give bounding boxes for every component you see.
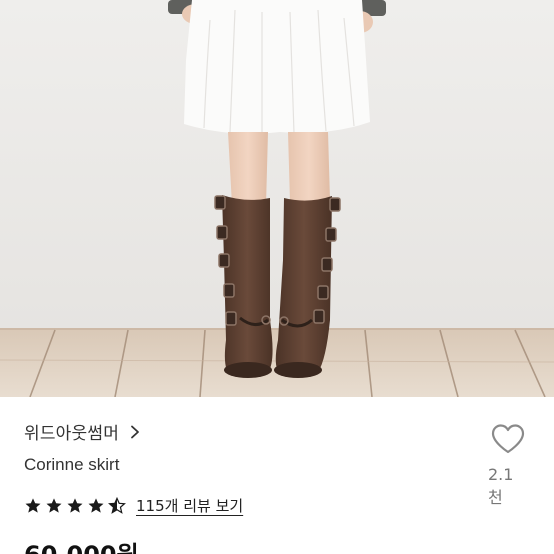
chevron-right-icon (131, 425, 139, 438)
review-link[interactable]: 115개 리뷰 보기 (136, 495, 243, 516)
star-icon (25, 497, 41, 513)
wishlist-count: 2.1천 (488, 465, 514, 507)
brand-name: 위드아웃썸머 (24, 424, 120, 444)
star-icon (46, 497, 62, 513)
brand-link[interactable]: 위드아웃썸머 (24, 419, 141, 444)
star-half-icon (108, 496, 126, 514)
heart-outline-icon (491, 424, 525, 454)
product-price: 60,000원 (24, 535, 139, 554)
product-info: 위드아웃썸머 Corinne skirt 115개 리뷰 보기 2.1천 (0, 397, 554, 554)
product-name: Corinne skirt (24, 455, 120, 474)
star-icon (67, 497, 83, 513)
product-image[interactable] (0, 0, 554, 397)
star-rating (24, 496, 126, 515)
star-icon (88, 497, 104, 513)
wishlist-button[interactable]: 2.1천 (488, 423, 528, 508)
rating-row: 115개 리뷰 보기 (24, 495, 243, 516)
